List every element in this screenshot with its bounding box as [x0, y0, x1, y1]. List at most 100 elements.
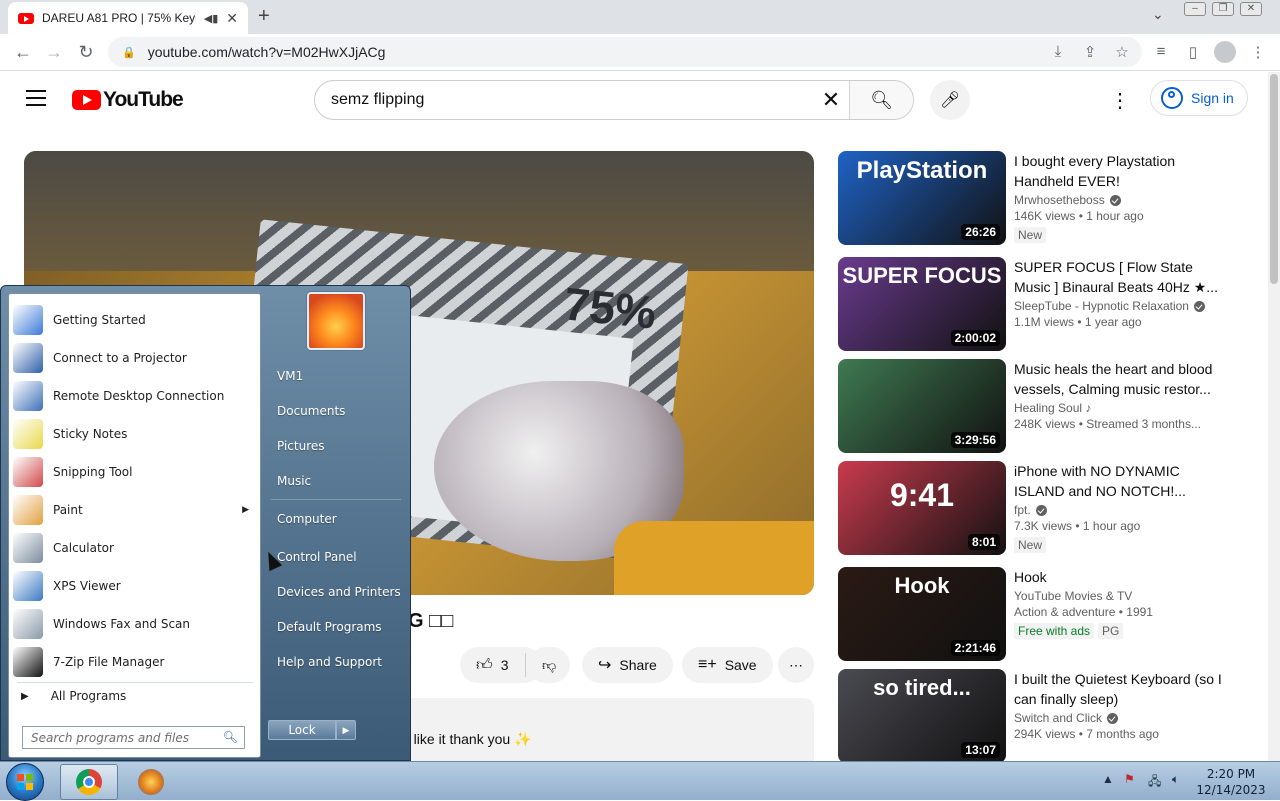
like-count: 3 [500, 657, 509, 673]
save-button[interactable]: ≡+ Save [682, 647, 773, 683]
share-icon[interactable]: ⇪ [1080, 43, 1100, 61]
start-place-item[interactable]: Default Programs [277, 620, 382, 634]
close-tab-icon[interactable]: ✕ [226, 10, 238, 27]
start-place-item[interactable]: Computer [277, 512, 337, 526]
recommendation-thumbnail[interactable]: 9:41 8:01 [838, 461, 1006, 555]
taskbar-chrome-button[interactable] [60, 764, 118, 800]
clear-search-icon[interactable]: ✕ [813, 81, 849, 119]
channel-name: Mrwhosetheboss [1014, 193, 1105, 207]
close-window-button[interactable]: ✕ [1240, 2, 1262, 16]
show-hidden-icons-icon[interactable]: ▲ [1102, 772, 1114, 786]
taskbar-media-player-button[interactable] [122, 764, 180, 800]
action-center-icon[interactable]: ⚑ [1124, 772, 1135, 786]
start-search-input[interactable]: Search programs and files 🔍︎ [22, 726, 245, 749]
start-place-item[interactable]: Devices and Printers [277, 585, 401, 599]
chrome-menu-icon[interactable]: ⋮ [1248, 43, 1268, 61]
address-bar[interactable]: 🔒 youtube.com/watch?v=M02HwXJjACg [108, 37, 1142, 67]
recommendation-thumbnail[interactable]: PlayStation 26:26 [838, 151, 1006, 245]
start-place-item[interactable]: Help and Support [277, 655, 382, 669]
recommendation-title[interactable]: Hook [1014, 567, 1224, 587]
more-actions-button[interactable]: ⋯ [778, 647, 814, 683]
shutdown-options-arrow-icon[interactable]: ▶ [336, 720, 356, 740]
youtube-logo[interactable]: YouTube [72, 88, 184, 112]
account-icon [1161, 87, 1183, 109]
thumbnail-text: PlayStation [856, 157, 988, 184]
sidepanel-icon[interactable]: ▯ [1183, 43, 1203, 61]
star-icon[interactable]: ☆ [1112, 43, 1132, 61]
audio-playing-icon[interactable]: ◀▮ [204, 12, 219, 25]
all-programs-button[interactable]: ▶ All Programs [21, 689, 126, 703]
recommendation-title[interactable]: iPhone with NO DYNAMIC ISLAND and NO NOT… [1014, 461, 1224, 501]
submenu-arrow-icon: ▶ [242, 505, 249, 515]
recommendation-thumbnail[interactable]: Hook 2:21:46 [838, 567, 1006, 661]
taskbar [0, 761, 1280, 801]
video-title: G □□ [408, 610, 454, 632]
start-program-item[interactable]: Paint ▶ [13, 492, 257, 528]
new-tab-button[interactable]: + [258, 5, 270, 28]
start-program-item[interactable]: XPS Viewer [13, 568, 257, 604]
recommendation-thumbnail[interactable]: so tired... 13:07 [838, 669, 1006, 763]
voice-search-button[interactable]: 🎤︎ [930, 80, 970, 120]
start-program-item[interactable]: 7-Zip File Manager [13, 644, 257, 680]
minimize-button[interactable]: – [1184, 2, 1206, 16]
tab-search-icon[interactable]: ⌄ [1152, 6, 1164, 23]
recommendation-title[interactable]: SUPER FOCUS [ Flow State Music ] Binaura… [1014, 257, 1224, 297]
recommendation-channel[interactable]: SleepTube - Hypnotic Relaxation [1014, 299, 1224, 313]
settings-more-icon[interactable]: ⋮ [1110, 88, 1130, 113]
recommendation-thumbnail[interactable]: SUPER FOCUS 2:00:02 [838, 257, 1006, 351]
start-program-item[interactable]: Sticky Notes [13, 416, 257, 452]
recommendation-channel[interactable]: Healing Soul ♪ [1014, 401, 1224, 415]
lock-icon[interactable]: 🔒 [122, 46, 136, 59]
install-icon[interactable]: ⤓ [1048, 43, 1068, 60]
recommendation-channel[interactable]: Mrwhosetheboss [1014, 193, 1224, 207]
restore-button[interactable]: ❐ [1212, 2, 1234, 16]
scrollbar-thumb[interactable] [1270, 74, 1278, 284]
verified-icon [1035, 504, 1047, 516]
taskbar-clock[interactable]: 2:20 PM 12/14/2023 [1196, 766, 1266, 798]
back-icon[interactable]: ← [12, 42, 34, 63]
network-icon[interactable]: 🖧 [1148, 772, 1161, 793]
start-button[interactable] [6, 763, 44, 801]
search-input[interactable]: semz flipping [315, 81, 813, 119]
forward-icon[interactable]: → [43, 42, 65, 63]
start-program-item[interactable]: Connect to a Projector [13, 340, 257, 376]
start-program-item[interactable]: Getting Started [13, 302, 257, 338]
dislike-button[interactable]: 👎︎ [528, 647, 571, 683]
youtube-logo-text: YouTube [103, 88, 184, 111]
getting-started-icon [13, 305, 43, 335]
share-label: Share [619, 657, 657, 673]
sign-in-button[interactable]: Sign in [1150, 80, 1248, 116]
share-button[interactable]: ↪ Share [582, 647, 673, 683]
reload-icon[interactable]: ↻ [75, 42, 97, 63]
start-place-item[interactable]: Control Panel [277, 550, 357, 564]
recommendation-title[interactable]: Music heals the heart and blood vessels,… [1014, 359, 1224, 399]
start-program-item[interactable]: Windows Fax and Scan [13, 606, 257, 642]
recommendation-title[interactable]: I built the Quietest Keyboard (so I can … [1014, 669, 1224, 709]
user-avatar[interactable] [307, 292, 365, 350]
profile-icon[interactable] [1214, 41, 1236, 63]
badge-row: Free with ads PG [1014, 619, 1224, 640]
all-programs-label: All Programs [50, 689, 127, 703]
start-program-item[interactable]: Snipping Tool [13, 454, 257, 490]
badge-row: New [1014, 223, 1224, 244]
hamburger-menu-icon[interactable] [26, 90, 46, 106]
start-place-item[interactable]: Music [277, 474, 311, 488]
media-icon[interactable]: ≡ [1151, 43, 1171, 60]
thumbnail-text: SUPER FOCUS [842, 263, 1002, 288]
recommendation-badge: New [1014, 227, 1047, 243]
recommendation-thumbnail[interactable]: 3:29:56 [838, 359, 1006, 453]
start-place-item[interactable]: Pictures [277, 439, 325, 453]
browser-tab[interactable]: DAREU A81 PRO | 75% Keyb ◀▮ ✕ [8, 2, 248, 34]
start-place-item[interactable]: Documents [277, 404, 345, 418]
start-program-item[interactable]: Remote Desktop Connection [13, 378, 257, 414]
window-controls: – ❐ ✕ [1184, 2, 1262, 16]
lock-button[interactable]: Lock [268, 720, 336, 740]
recommendation-channel[interactable]: Switch and Click [1014, 711, 1224, 725]
recommendation-channel[interactable]: fpt. [1014, 503, 1224, 517]
search-button[interactable]: 🔍︎ [849, 81, 913, 119]
recommendation-channel[interactable]: YouTube Movies & TV [1014, 589, 1224, 603]
volume-icon[interactable]: 🔈︎ [1172, 772, 1179, 787]
recommendation-title[interactable]: I bought every Playstation Handheld EVER… [1014, 151, 1224, 191]
start-place-item[interactable]: VM1 [277, 369, 303, 383]
start-program-item[interactable]: Calculator [13, 530, 257, 566]
